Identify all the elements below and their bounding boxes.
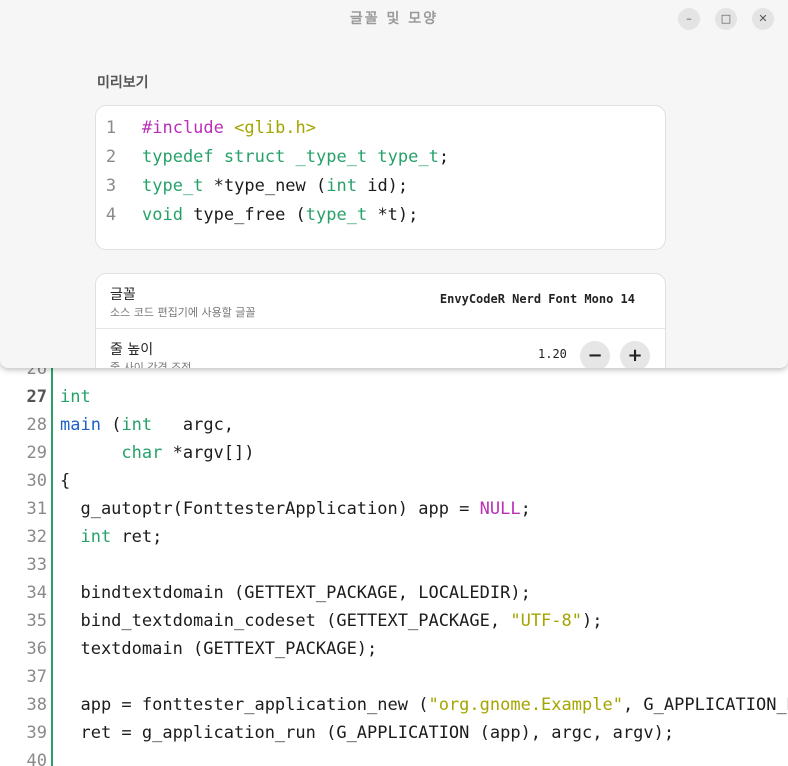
plus-icon: + xyxy=(627,345,643,366)
code-text: main (int argc, xyxy=(60,411,234,439)
line-number: 29 xyxy=(26,443,47,463)
code-token: id); xyxy=(356,176,409,196)
line-number: 31 xyxy=(26,499,47,519)
code-token: { xyxy=(60,471,71,491)
code-token: type_t xyxy=(142,176,204,196)
code-text: type_t *type_new (int id); xyxy=(142,172,408,201)
code-token: g_autoptr(FonttesterApplication) app = xyxy=(60,499,480,519)
code-text: int xyxy=(60,383,91,411)
code-token: *t); xyxy=(367,205,419,225)
code-text: int ret; xyxy=(60,523,162,551)
code-token: , G_APPLICATION_DE xyxy=(622,695,788,715)
line-number: 27 xyxy=(26,387,47,407)
line-height-value: 1.20 xyxy=(538,347,567,361)
code-token: *argv[]) xyxy=(162,443,255,463)
line-number: 1 xyxy=(105,118,117,138)
code-token: int xyxy=(326,176,357,196)
code-token: int xyxy=(80,527,112,547)
code-token: textdomain (GETTEXT_PACKAGE); xyxy=(60,639,378,659)
maximize-icon: □ xyxy=(720,12,732,25)
line-number: 37 xyxy=(26,667,47,687)
font-row-subtitle: 소스 코드 편집기에 사용할 글꼴 xyxy=(110,306,256,319)
line-number: 39 xyxy=(26,723,47,743)
code-text: bindtextdomain (GETTEXT_PACKAGE, LOCALED… xyxy=(60,579,531,607)
code-token: NULL xyxy=(479,499,521,519)
line-height-subtitle: 줄 사이 간격 조정 xyxy=(110,361,192,368)
font-row-title: 글꼴 xyxy=(110,287,136,303)
code-token: "org.gnome.Example" xyxy=(428,695,623,715)
code-text: #include <glib.h> xyxy=(142,114,316,143)
code-text: app = fonttester_application_new ("org.g… xyxy=(60,691,788,719)
dialog-title: 글꼴 및 모양 xyxy=(349,11,439,27)
code-token: typedef struct _type_t type_t xyxy=(142,147,439,167)
code-token: ; xyxy=(520,499,531,519)
code-token: ); xyxy=(582,611,603,631)
gutter-change-marker xyxy=(51,368,53,766)
maximize-button[interactable]: □ xyxy=(715,8,737,30)
code-token: main xyxy=(60,415,101,435)
line-number: 35 xyxy=(26,611,47,631)
code-text: ret = g_application_run (G_APPLICATION (… xyxy=(60,719,674,747)
code-text: char *argv[]) xyxy=(60,439,255,467)
code-token: ( xyxy=(100,415,122,435)
settings-list: 글꼴 소스 코드 편집기에 사용할 글꼴 EnvyCodeR Nerd Font… xyxy=(96,274,665,368)
code-text: { xyxy=(60,467,70,495)
code-token: char xyxy=(121,443,163,463)
line-number: 2 xyxy=(105,147,117,167)
code-editor[interactable]: 26 27 int 28 main (int argc, 29 char *argv[])… xyxy=(0,368,788,766)
line-number: 32 xyxy=(26,527,47,547)
line-number: 33 xyxy=(26,555,47,575)
code-token: bind_textdomain_codeset (GETTEXT_PACKAGE… xyxy=(60,611,511,631)
line-number: 36 xyxy=(26,639,47,659)
code-token: type_t xyxy=(305,205,368,225)
code-token: argc, xyxy=(152,415,235,435)
line-number: 28 xyxy=(26,415,47,435)
close-icon: ✕ xyxy=(758,12,768,25)
font-value: EnvyCodeR Nerd Font Mono 14 xyxy=(439,292,635,306)
code-token: void xyxy=(142,205,183,225)
code-text: textdomain (GETTEXT_PACKAGE); xyxy=(60,635,377,663)
code-text: void type_free (type_t *t); xyxy=(142,201,418,230)
fonts-dialog: 글꼴 및 모양 – □ ✕ 미리보기 1 #include <glib.h> 2 ty… xyxy=(0,0,788,368)
code-token: ; xyxy=(438,147,450,167)
code-token: "UTF-8" xyxy=(510,611,582,631)
code-token: type_free ( xyxy=(182,205,306,225)
code-token: *type_new ( xyxy=(203,176,327,196)
code-token: <glib.h> xyxy=(234,118,317,138)
minus-icon: − xyxy=(587,345,603,366)
code-token: bindtextdomain (GETTEXT_PACKAGE, LOCALED… xyxy=(60,583,531,603)
code-token: ret = g_application_run (G_APPLICATION (… xyxy=(60,723,675,743)
code-text: bind_textdomain_codeset (GETTEXT_PACKAGE… xyxy=(60,607,602,635)
line-number: 34 xyxy=(26,583,47,603)
preview-box: 1 #include <glib.h> 2 typedef struct _type_… xyxy=(96,106,665,249)
line-number: 38 xyxy=(26,695,47,715)
line-height-row: 줄 높이 줄 사이 간격 조정 1.20 − + xyxy=(96,328,665,368)
code-text: g_autoptr(FonttesterApplication) app = N… xyxy=(60,495,531,523)
line-number: 26 xyxy=(26,368,47,379)
code-token: ret; xyxy=(111,527,163,547)
increase-line-height-button[interactable]: + xyxy=(620,341,650,368)
code-token: #include xyxy=(142,118,235,138)
line-number: 40 xyxy=(26,751,47,766)
line-number: 30 xyxy=(26,471,47,491)
preview-label: 미리보기 xyxy=(97,75,149,91)
decrease-line-height-button[interactable]: − xyxy=(580,341,610,368)
line-number: 3 xyxy=(105,176,117,196)
line-number: 4 xyxy=(105,205,117,225)
font-row[interactable]: 글꼴 소스 코드 편집기에 사용할 글꼴 EnvyCodeR Nerd Font… xyxy=(96,274,665,328)
code-token: int xyxy=(121,415,153,435)
minimize-icon: – xyxy=(686,12,692,25)
line-height-title: 줄 높이 xyxy=(110,342,154,358)
code-token: int xyxy=(60,387,91,407)
code-text: typedef struct _type_t type_t; xyxy=(142,143,449,172)
close-button[interactable]: ✕ xyxy=(752,8,774,30)
code-token: app = fonttester_application_new ( xyxy=(60,695,429,715)
minimize-button[interactable]: – xyxy=(678,8,700,30)
